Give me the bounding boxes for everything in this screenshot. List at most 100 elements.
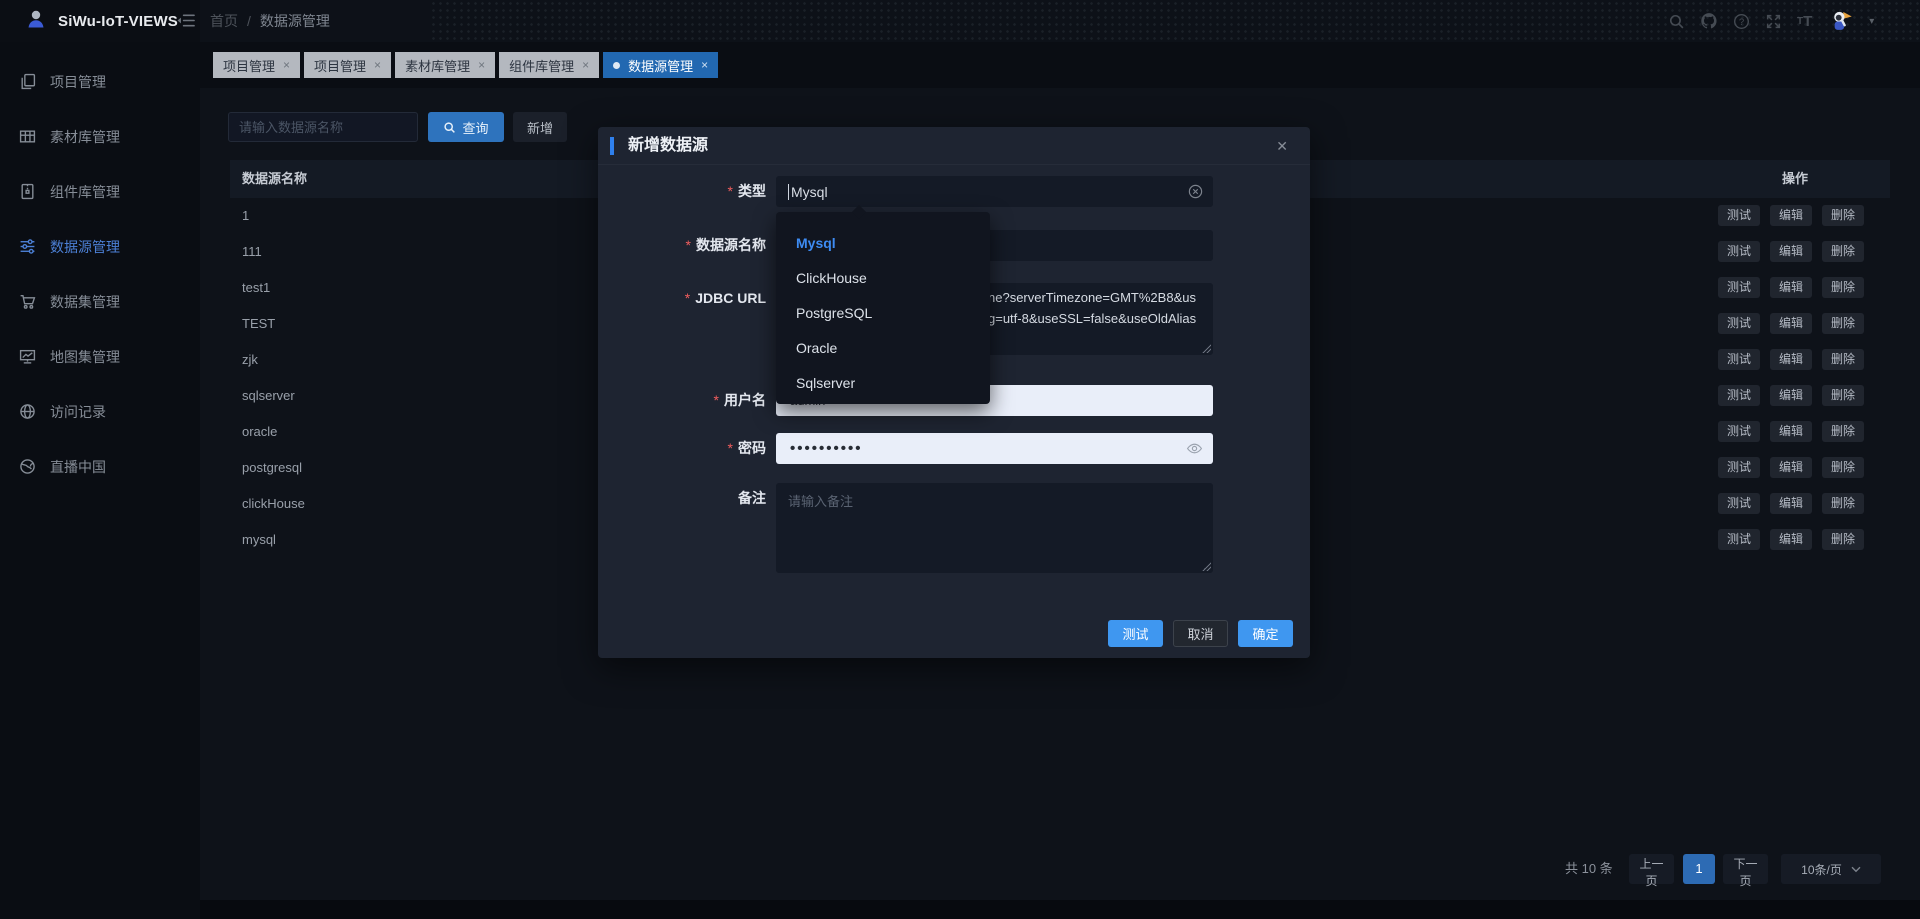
sidebar-item-datasource[interactable]: 数据源管理 [0, 219, 200, 274]
top-header: SiWu-IoT-VIEWS 首页 / 数据源管理 ? TT [0, 0, 1920, 42]
test-button[interactable]: 测试 [1718, 385, 1760, 406]
tab-数据源管理-active[interactable]: 数据源管理 × [603, 52, 718, 78]
breadcrumb-home[interactable]: 首页 [210, 11, 238, 31]
next-page-button[interactable]: 下一页 [1723, 854, 1768, 884]
close-icon[interactable]: × [283, 58, 290, 72]
test-button[interactable]: 测试 [1718, 457, 1760, 478]
atlas-icon [18, 348, 36, 366]
datasource-name: 111 [242, 234, 262, 270]
close-icon[interactable]: × [582, 58, 589, 72]
sidebar-item-component-library[interactable]: 组件库管理 [0, 164, 200, 219]
edit-button[interactable]: 编辑 [1770, 385, 1812, 406]
sidebar-item-dataset[interactable]: 数据集管理 [0, 274, 200, 329]
datasource-name: zjk [242, 342, 258, 378]
clear-icon[interactable] [1188, 184, 1203, 202]
font-size-icon[interactable]: TT [1797, 13, 1812, 30]
test-button[interactable]: 测试 [1718, 349, 1760, 370]
sidebar-item-atlas[interactable]: 地图集管理 [0, 329, 200, 384]
remark-textarea[interactable] [776, 483, 1213, 573]
page-size-select[interactable]: 10条/页 [1781, 854, 1881, 884]
prev-page-button[interactable]: 上一页 [1629, 854, 1674, 884]
edit-button[interactable]: 编辑 [1770, 205, 1812, 226]
search-input[interactable] [228, 112, 418, 142]
edit-button[interactable]: 编辑 [1770, 313, 1812, 334]
row-actions: 测试编辑删除 [1718, 421, 1864, 442]
edit-button[interactable]: 编辑 [1770, 349, 1812, 370]
tab-组件库管理[interactable]: 组件库管理 × [499, 52, 599, 78]
test-button[interactable]: 测试 [1718, 421, 1760, 442]
eye-icon[interactable] [1186, 440, 1203, 462]
confirm-button[interactable]: 确定 [1238, 620, 1293, 647]
delete-button[interactable]: 删除 [1822, 241, 1864, 262]
breadcrumb-current: 数据源管理 [260, 11, 330, 31]
row-actions: 测试编辑删除 [1718, 205, 1864, 226]
magnifier-icon [443, 121, 456, 134]
row-actions: 测试编辑删除 [1718, 493, 1864, 514]
test-button[interactable]: 测试 [1718, 313, 1760, 334]
current-page[interactable]: 1 [1683, 854, 1715, 884]
delete-button[interactable]: 删除 [1822, 493, 1864, 514]
dropdown-option-oracle[interactable]: Oracle [776, 331, 990, 366]
dropdown-option-sqlserver[interactable]: Sqlserver [776, 366, 990, 401]
add-button[interactable]: 新增 [513, 112, 567, 142]
test-button[interactable]: 测试 [1108, 620, 1163, 647]
resize-handle-icon[interactable] [1201, 343, 1211, 353]
edit-button[interactable]: 编辑 [1770, 241, 1812, 262]
delete-button[interactable]: 删除 [1822, 421, 1864, 442]
test-button[interactable]: 测试 [1718, 241, 1760, 262]
resize-handle-icon[interactable] [1201, 561, 1211, 571]
dialog-title: 新增数据源 [628, 127, 708, 165]
tab-素材库管理[interactable]: 素材库管理 × [395, 52, 495, 78]
search-icon[interactable] [1668, 13, 1685, 30]
test-button[interactable]: 测试 [1718, 529, 1760, 550]
test-button[interactable]: 测试 [1718, 277, 1760, 298]
sidebar-item-live-china[interactable]: 直播中国 [0, 439, 200, 494]
sidebar-item-project[interactable]: 项目管理 [0, 54, 200, 109]
edit-button[interactable]: 编辑 [1770, 277, 1812, 298]
github-icon[interactable] [1700, 12, 1718, 30]
close-icon[interactable]: × [478, 58, 485, 72]
close-icon[interactable]: × [374, 58, 381, 72]
jdbc-visible-line2: g=utf-8&useSSL=false&useOldAlias [988, 311, 1196, 326]
edit-button[interactable]: 编辑 [1770, 421, 1812, 442]
datasource-name: postgresql [242, 450, 302, 486]
delete-button[interactable]: 删除 [1822, 313, 1864, 334]
dropdown-option-clickhouse[interactable]: ClickHouse [776, 261, 990, 296]
edit-button[interactable]: 编辑 [1770, 493, 1812, 514]
caret-down-icon[interactable]: ▾ [1869, 16, 1874, 27]
dropdown-option-postgresql[interactable]: PostgreSQL [776, 296, 990, 331]
sidebar-item-material-library[interactable]: 素材库管理 [0, 109, 200, 164]
help-icon[interactable]: ? [1733, 13, 1750, 30]
delete-button[interactable]: 删除 [1822, 277, 1864, 298]
delete-button[interactable]: 删除 [1822, 529, 1864, 550]
user-avatar[interactable] [1827, 8, 1854, 35]
search-button[interactable]: 查询 [428, 112, 504, 142]
datasource-name: mysql [242, 522, 276, 558]
delete-button[interactable]: 删除 [1822, 349, 1864, 370]
close-icon[interactable]: ✕ [1276, 127, 1288, 165]
edit-button[interactable]: 编辑 [1770, 457, 1812, 478]
tab-项目管理[interactable]: 项目管理 × [304, 52, 391, 78]
dropdown-option-mysql[interactable]: Mysql [776, 226, 990, 261]
breadcrumb: 首页 / 数据源管理 [210, 0, 330, 42]
total-count: 共 10 条 [1565, 854, 1613, 884]
app-title: SiWu-IoT-VIEWS [58, 13, 178, 30]
delete-button[interactable]: 删除 [1822, 457, 1864, 478]
delete-button[interactable]: 删除 [1822, 385, 1864, 406]
close-icon[interactable]: × [701, 58, 708, 72]
menu-fold-icon[interactable] [176, 12, 195, 34]
tab-项目管理[interactable]: 项目管理 × [213, 52, 300, 78]
fullscreen-icon[interactable] [1765, 13, 1782, 30]
password-input[interactable]: •••••••••• [776, 433, 1213, 464]
chevron-down-icon [1851, 866, 1861, 873]
test-button[interactable]: 测试 [1718, 493, 1760, 514]
header-icon-group: ? TT ▾ [1668, 0, 1874, 42]
delete-button[interactable]: 删除 [1822, 205, 1864, 226]
test-button[interactable]: 测试 [1718, 205, 1760, 226]
datasource-icon [18, 238, 36, 256]
open-tabs-bar: 项目管理 × 项目管理 × 素材库管理 × 组件库管理 × 数据源管理 × [200, 42, 1920, 88]
sidebar-item-visit-log[interactable]: 访问记录 [0, 384, 200, 439]
cancel-button[interactable]: 取消 [1173, 620, 1228, 647]
edit-button[interactable]: 编辑 [1770, 529, 1812, 550]
type-select-input[interactable]: Mysql [776, 176, 1213, 207]
